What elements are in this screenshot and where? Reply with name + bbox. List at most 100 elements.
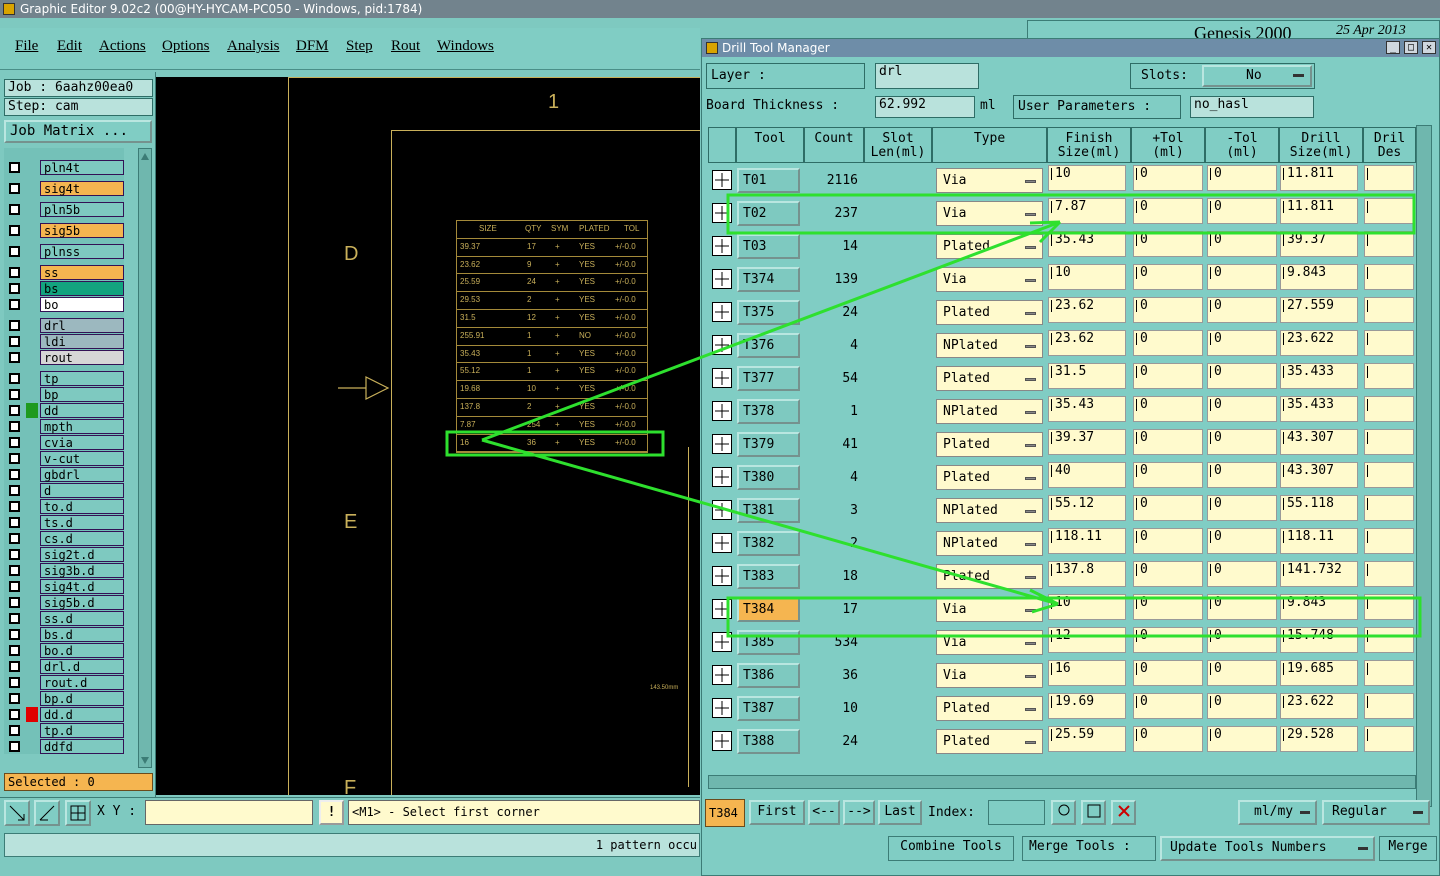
plus-tol-input[interactable]: 0 — [1133, 231, 1203, 257]
tool-button[interactable]: T03 — [737, 234, 800, 259]
minus-tol-input[interactable]: 0 — [1207, 231, 1277, 257]
layer-row[interactable]: v-cut — [6, 451, 126, 466]
layer-name[interactable]: d — [40, 483, 124, 498]
layer-name[interactable]: mpth — [40, 419, 124, 434]
layer-name[interactable]: pln5b — [40, 202, 124, 217]
minus-tol-input[interactable]: 0 — [1207, 264, 1277, 290]
minus-tol-input[interactable]: 0 — [1207, 462, 1277, 488]
measure-icon[interactable] — [34, 800, 60, 826]
layer-row[interactable]: cvia — [6, 435, 126, 450]
plus-tol-input[interactable]: 0 — [1133, 165, 1203, 191]
layer-checkbox[interactable] — [9, 336, 20, 347]
layer-name[interactable]: pln4t — [40, 160, 124, 175]
layer-checkbox[interactable] — [9, 389, 20, 400]
layer-checkbox[interactable] — [9, 204, 20, 215]
tool-row[interactable]: T375 24 Plated 23.62 0 0 27.559 — [708, 295, 1416, 328]
layer-checkbox[interactable] — [9, 225, 20, 236]
layer-row[interactable]: sig4t — [6, 181, 126, 196]
menu-actions[interactable]: Actions — [99, 38, 146, 55]
tool-row[interactable]: T384 17 Via 10 0 0 9.843 — [708, 592, 1416, 625]
drill-size-input[interactable]: 9.843 — [1280, 594, 1358, 620]
combine-tools-button[interactable]: Combine Tools — [888, 836, 1014, 861]
layer-row[interactable]: tp — [6, 371, 126, 386]
minus-tol-input[interactable]: 0 — [1207, 594, 1277, 620]
layer-row[interactable]: d — [6, 483, 126, 498]
plus-tol-input[interactable]: 0 — [1133, 726, 1203, 752]
refresh-icon[interactable] — [1081, 800, 1106, 825]
layer-name[interactable]: drl.d — [40, 659, 124, 674]
tool-row[interactable]: T385 534 Via 12 0 0 15.748 — [708, 625, 1416, 658]
maximize-icon[interactable]: □ — [1404, 41, 1418, 54]
layer-row[interactable]: bp — [6, 387, 126, 402]
finish-size-input[interactable]: 7.87 — [1048, 198, 1126, 224]
layer-name[interactable]: ddfd — [40, 739, 124, 754]
finish-size-input[interactable]: 35.43 — [1048, 231, 1126, 257]
drill-size-input[interactable]: 39.37 — [1280, 231, 1358, 257]
tool-button[interactable]: T379 — [737, 432, 800, 457]
layer-row[interactable]: tp.d — [6, 723, 126, 738]
layer-name[interactable]: sig5b — [40, 223, 124, 238]
tool-button[interactable]: T378 — [737, 399, 800, 424]
layer-name[interactable]: bo.d — [40, 643, 124, 658]
plus-tol-input[interactable]: 0 — [1133, 462, 1203, 488]
layer-row[interactable]: bo.d — [6, 643, 126, 658]
layer-field[interactable]: drl — [875, 63, 979, 89]
tool-button[interactable]: T374 — [737, 267, 800, 292]
tool-type-select[interactable]: Plated — [936, 366, 1043, 391]
drill-des-input[interactable] — [1364, 693, 1414, 719]
minus-tol-input[interactable]: 0 — [1207, 396, 1277, 422]
menu-step[interactable]: Step — [346, 38, 373, 55]
tool-type-select[interactable]: NPlated — [936, 531, 1043, 556]
plus-tol-input[interactable]: 0 — [1133, 396, 1203, 422]
layer-checkbox[interactable] — [9, 741, 20, 752]
layer-checkbox[interactable] — [9, 373, 20, 384]
layer-row[interactable]: bs — [6, 281, 126, 296]
job-matrix-button[interactable]: Job Matrix ... — [4, 120, 152, 143]
menu-edit[interactable]: Edit — [57, 38, 82, 55]
drill-des-input[interactable] — [1364, 363, 1414, 389]
layer-checkbox[interactable] — [9, 421, 20, 432]
layer-row[interactable]: ts.d — [6, 515, 126, 530]
table-vscroll[interactable] — [1416, 125, 1432, 807]
layer-checkbox[interactable] — [9, 405, 20, 416]
layer-name[interactable]: bp — [40, 387, 124, 402]
tool-button[interactable]: T386 — [737, 663, 800, 688]
layer-row[interactable]: bp.d — [6, 691, 126, 706]
layer-name[interactable]: plnss — [40, 244, 124, 259]
layer-row[interactable]: sig5b — [6, 223, 126, 238]
tool-type-select[interactable]: Via — [936, 201, 1043, 226]
index-input[interactable] — [988, 800, 1045, 825]
drill-size-input[interactable]: 141.732 — [1280, 561, 1358, 587]
tool-type-select[interactable]: Via — [936, 597, 1043, 622]
delete-icon[interactable] — [1111, 800, 1136, 825]
layer-name[interactable]: bp.d — [40, 691, 124, 706]
board-thickness-field[interactable]: 62.992 — [875, 96, 975, 118]
tool-type-select[interactable]: NPlated — [936, 498, 1043, 523]
drill-des-input[interactable] — [1364, 726, 1414, 752]
layer-checkbox[interactable] — [9, 613, 20, 624]
tool-button[interactable]: T387 — [737, 696, 800, 721]
layer-name[interactable]: bo — [40, 297, 124, 312]
drill-size-input[interactable]: 9.843 — [1280, 264, 1358, 290]
minus-tol-input[interactable]: 0 — [1207, 429, 1277, 455]
layer-checkbox[interactable] — [9, 183, 20, 194]
layer-name[interactable]: sig4t.d — [40, 579, 124, 594]
finish-size-input[interactable]: 40 — [1048, 462, 1126, 488]
tool-button[interactable]: T376 — [737, 333, 800, 358]
layer-checkbox[interactable] — [9, 661, 20, 672]
finish-size-input[interactable]: 10 — [1048, 264, 1126, 290]
layer-checkbox[interactable] — [9, 725, 20, 736]
tool-row[interactable]: T03 14 Plated 35.43 0 0 39.37 — [708, 229, 1416, 262]
layer-row[interactable]: drl.d — [6, 659, 126, 674]
tool-button[interactable]: T01 — [737, 168, 800, 193]
layer-checkbox[interactable] — [9, 246, 20, 257]
layer-name[interactable]: rout.d — [40, 675, 124, 690]
plus-tol-input[interactable]: 0 — [1133, 693, 1203, 719]
tool-row[interactable]: T374 139 Via 10 0 0 9.843 — [708, 262, 1416, 295]
close-icon[interactable]: ✕ — [1422, 41, 1436, 54]
layer-row[interactable]: sig2t.d — [6, 547, 126, 562]
drill-des-input[interactable] — [1364, 231, 1414, 257]
first-button[interactable]: First — [749, 800, 805, 825]
layer-row[interactable]: sig3b.d — [6, 563, 126, 578]
tool-row[interactable]: T387 10 Plated 19.69 0 0 23.622 — [708, 691, 1416, 724]
